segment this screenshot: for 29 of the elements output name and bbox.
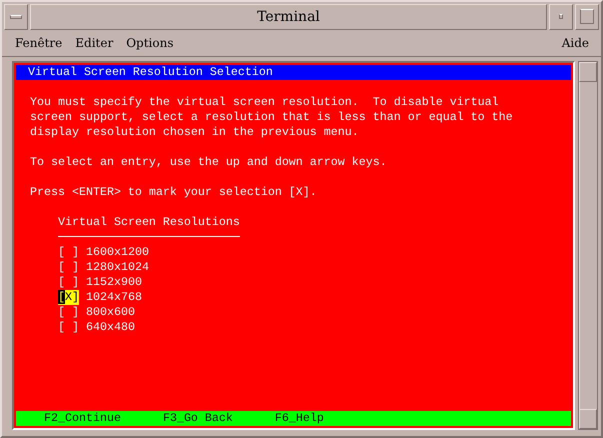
instruction-text: You must specify the virtual screen resolution. To disable virtual screen support, select a resolution that is less than or equal to the display resolution chosen in the previous menu.	[30, 95, 514, 140]
checkbox[interactable]: [ ]	[58, 245, 79, 260]
option-label: 1024x768	[86, 290, 142, 304]
checkbox[interactable]: [X]	[58, 290, 79, 305]
scrollbar[interactable]	[578, 61, 598, 430]
checkbox[interactable]: [ ]	[58, 320, 79, 335]
window-title: Terminal	[30, 4, 547, 30]
maximize-button[interactable]	[575, 4, 599, 30]
instruction-text: To select an entry, use the up and down arrow keys.	[30, 155, 388, 170]
screen-title: Virtual Screen Resolution Selection	[16, 65, 572, 80]
function-key[interactable]: F6_Help	[274, 411, 324, 426]
menu-item[interactable]: Aide	[562, 36, 589, 50]
minimize-button[interactable]	[549, 4, 573, 30]
checkbox[interactable]: [ ]	[58, 260, 79, 275]
menu-item[interactable]: Editer	[75, 36, 114, 50]
checkbox[interactable]: [ ]	[58, 275, 79, 290]
menu-item[interactable]: Options	[126, 36, 174, 50]
menu-item[interactable]: Fenêtre	[15, 36, 62, 50]
option-label: 1152x900	[86, 275, 142, 289]
option-label: 1600x1200	[86, 245, 149, 259]
instruction-text: Press <ENTER> to mark your selection [X].	[30, 185, 318, 200]
list-heading: Virtual Screen Resolutions	[58, 215, 240, 237]
option-label: 640x480	[86, 320, 135, 334]
option-label: 800x600	[86, 305, 135, 319]
function-key[interactable]: F2_Continue	[44, 411, 121, 426]
window-menu-button[interactable]	[4, 4, 28, 30]
option-label: 1280x1024	[86, 260, 149, 274]
function-key[interactable]: F3_Go Back	[162, 411, 233, 426]
checkbox[interactable]: [ ]	[58, 305, 79, 320]
